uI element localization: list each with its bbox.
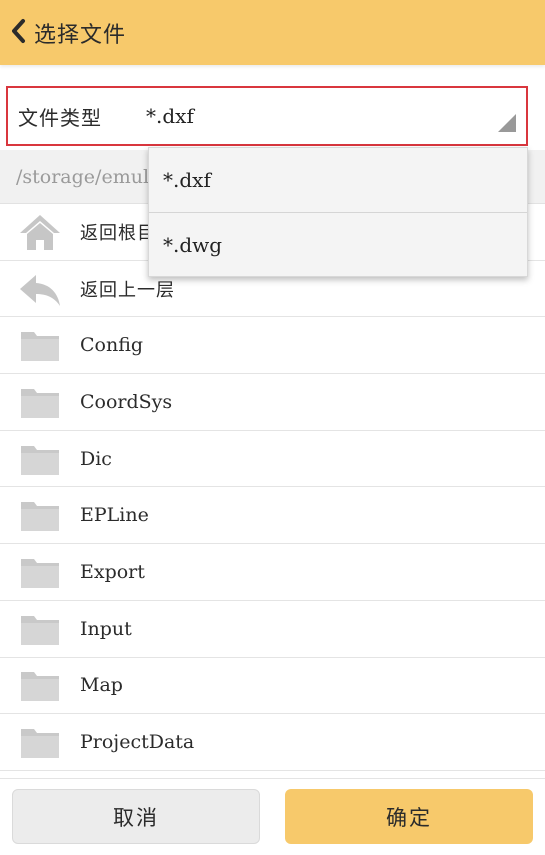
folder-icon	[18, 439, 62, 479]
folder-name: ProjectData	[80, 731, 195, 754]
folder-name: CoordSys	[80, 390, 173, 413]
file-type-value: *.dxf	[146, 104, 194, 128]
dropdown-option-dxf[interactable]: *.dxf	[149, 148, 527, 212]
chevron-left-icon	[8, 16, 30, 50]
file-type-dropdown-menu: *.dxf *.dwg	[148, 147, 528, 277]
file-type-label: 文件类型	[18, 105, 102, 130]
folder-name: Input	[80, 617, 132, 640]
confirm-button[interactable]: 确定	[285, 789, 533, 844]
dropdown-arrow-icon	[498, 114, 516, 132]
folder-icon	[18, 325, 62, 365]
folder-icon	[18, 722, 62, 762]
folder-icon	[18, 495, 62, 535]
folder-row[interactable]: Map	[0, 658, 545, 715]
home-icon	[18, 212, 62, 252]
folder-name: Export	[80, 560, 145, 583]
page-title: 选择文件	[34, 22, 127, 48]
folder-row[interactable]: Dic	[0, 431, 545, 488]
folder-name: Map	[80, 674, 123, 697]
folder-row[interactable]: Config	[0, 317, 545, 375]
footer-bar: 取消 确定	[0, 778, 545, 855]
reply-arrow-icon	[18, 269, 62, 309]
folder-icon	[18, 382, 62, 422]
back-button[interactable]	[0, 0, 30, 65]
folder-name: EPLine	[80, 504, 149, 527]
folder-row[interactable]: ProjectData	[0, 714, 545, 771]
cancel-button[interactable]: 取消	[12, 789, 260, 844]
folder-name: Dic	[80, 447, 112, 470]
folder-row[interactable]: EPLine	[0, 487, 545, 545]
nav-up-label: 返回上一层	[80, 279, 175, 301]
file-type-select[interactable]: 文件类型 *.dxf	[6, 86, 528, 146]
folder-icon	[18, 665, 62, 705]
folder-icon	[18, 609, 62, 649]
app-header: 选择文件	[0, 0, 545, 65]
file-list: 返回根目录 返回上一层 Config CoordSys Dic EPLine E…	[0, 204, 545, 771]
folder-icon	[18, 552, 62, 592]
dropdown-option-dwg[interactable]: *.dwg	[149, 212, 527, 276]
folder-name: Config	[80, 334, 144, 357]
folder-row[interactable]: Export	[0, 544, 545, 601]
folder-row[interactable]: Input	[0, 601, 545, 658]
folder-row[interactable]: CoordSys	[0, 374, 545, 431]
